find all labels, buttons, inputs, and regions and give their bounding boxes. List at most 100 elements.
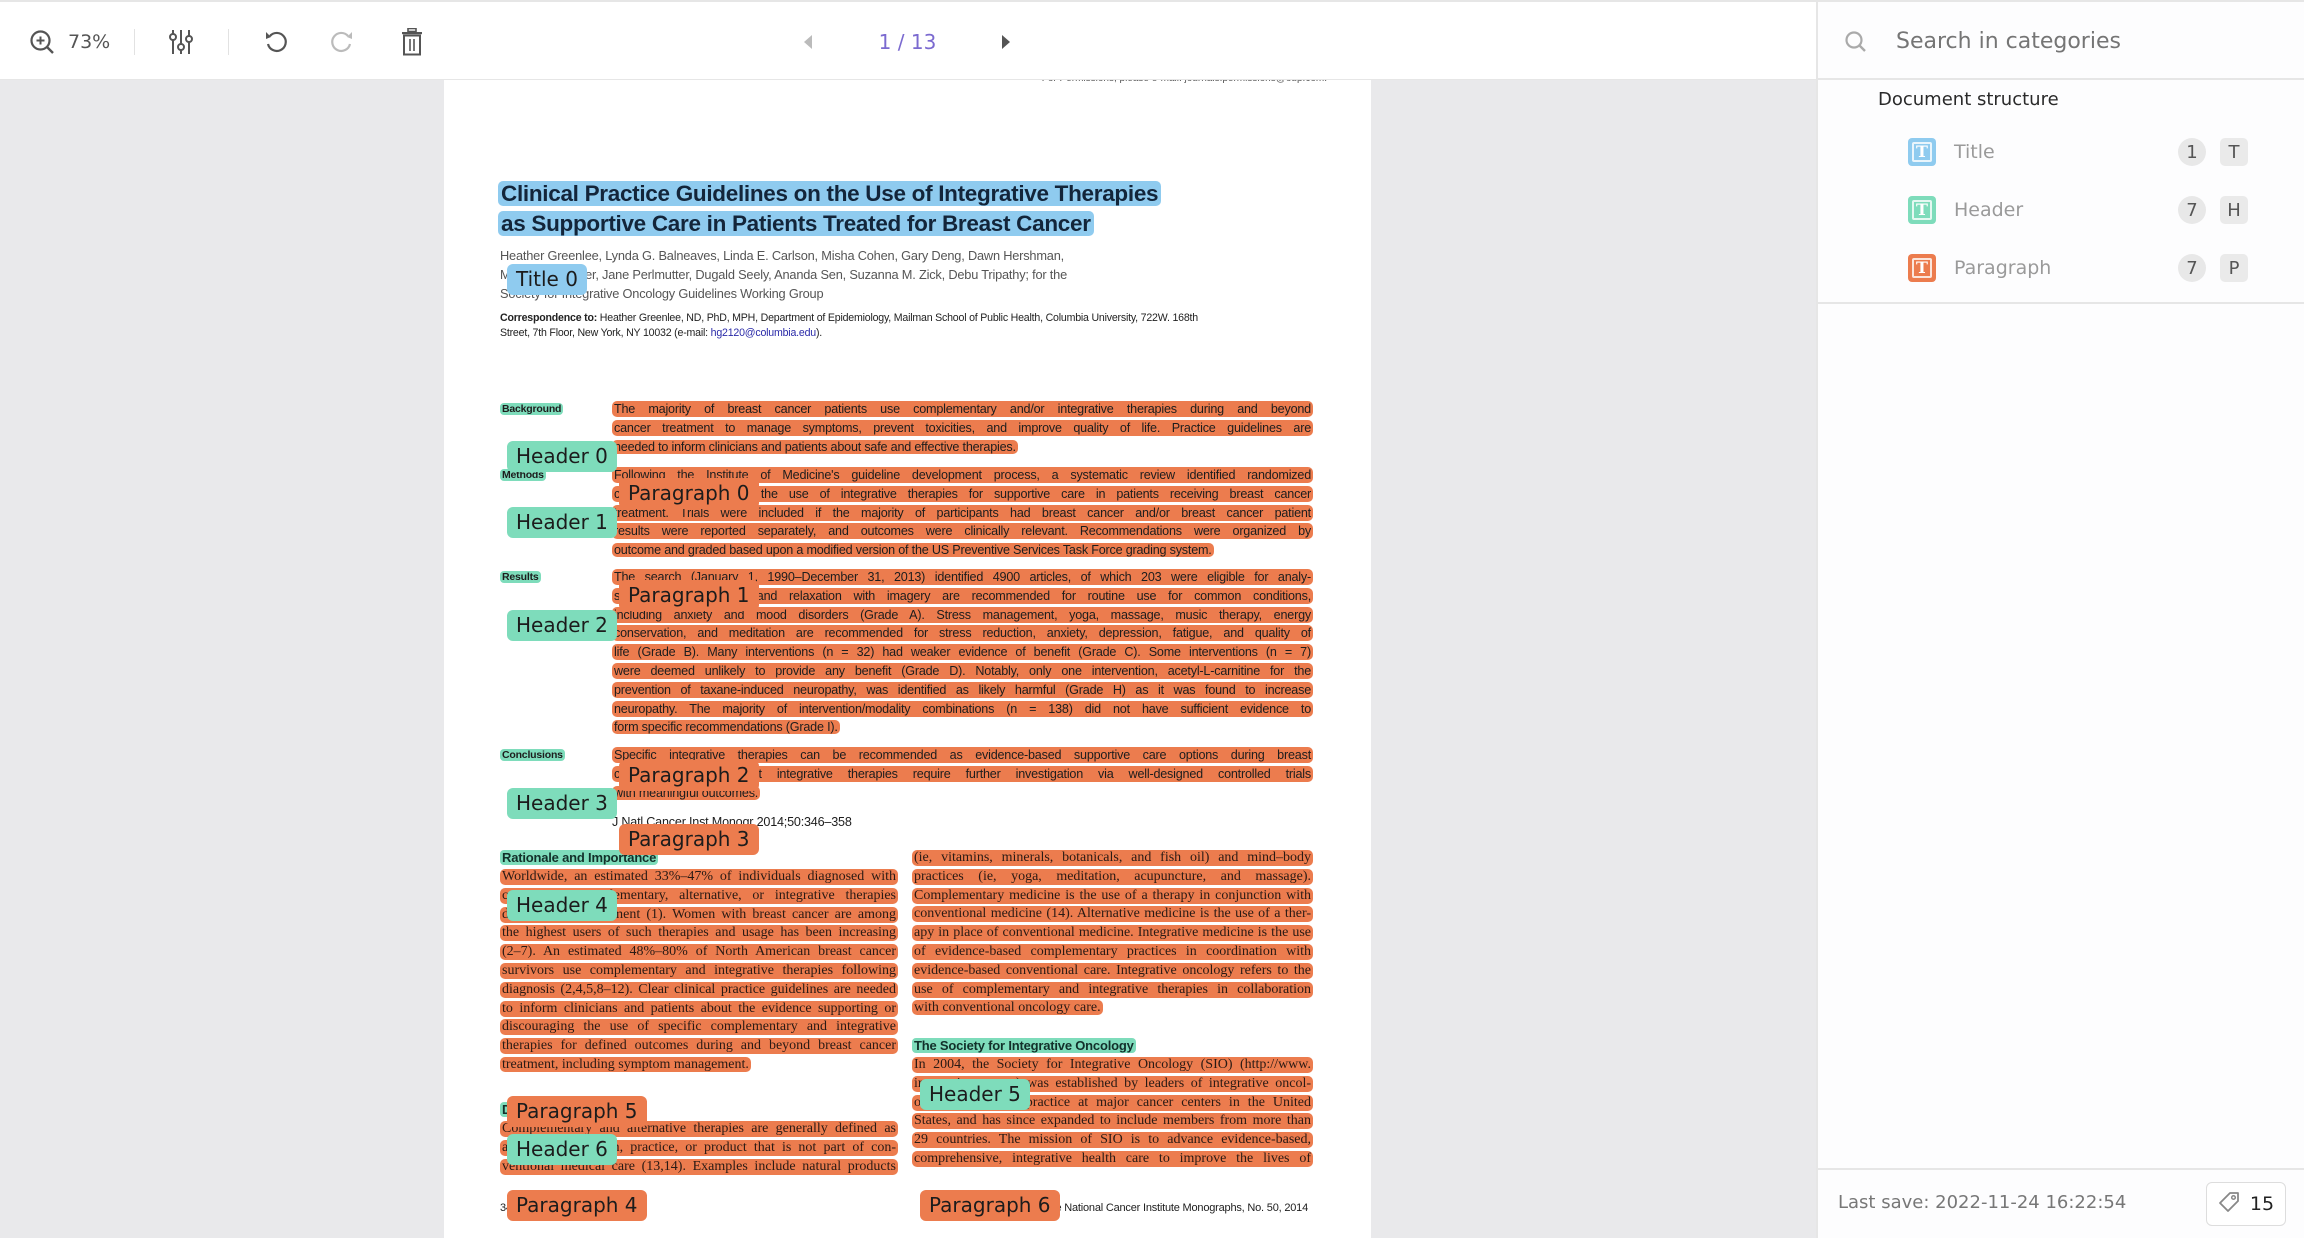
body-line: Worldwide, an estimated 33%–47% of indiv…	[500, 869, 898, 886]
abstract-line: results were reported separately, and ou…	[612, 523, 1313, 540]
category-label: Paragraph	[1954, 257, 2051, 279]
trash-icon[interactable]	[398, 27, 426, 57]
category-search-input[interactable]	[1896, 24, 2276, 58]
annotation-label-header[interactable]: Header 3	[507, 788, 617, 819]
abstract-heading: Background	[500, 401, 563, 418]
abstract-line-text: The majority of breast cancer patients u…	[612, 401, 1313, 417]
permissions-line: For Permissions, please e-mail: journals…	[1042, 80, 1327, 84]
body-line: of evidence-based complementary practice…	[912, 944, 1313, 961]
tags-button[interactable]: 15	[2206, 1182, 2286, 1226]
abstract-line-text: cancer treatment to manage symptoms, pre…	[612, 420, 1313, 436]
divider	[1818, 302, 2304, 304]
category-item-header[interactable]: THeader7H	[1908, 195, 2288, 225]
abstract-line: The majority of breast cancer patients u…	[612, 401, 1313, 418]
annotation-label-header[interactable]: Header 6	[507, 1134, 617, 1165]
body-line-text: to inform clinicians and patients about …	[500, 1001, 898, 1017]
zoom-in-icon[interactable]	[28, 28, 56, 56]
body-line-text: Worldwide, an estimated 33%–47% of indiv…	[500, 869, 898, 885]
body-line: comprehensive, integrative health care t…	[912, 1151, 1313, 1168]
correspondence-text: Heather Greenlee, ND, PhD, MPH, Departme…	[597, 312, 1198, 324]
abstract-line: form specific recommendations (Grade I).	[612, 719, 840, 736]
body-line: 29 countries. The mission of SIO is to a…	[912, 1132, 1313, 1149]
title-text: Clinical Practice Guidelines on the Use …	[498, 181, 1161, 206]
abstract-line-text: form specific recommendations (Grade I).	[612, 720, 840, 734]
body-line-text: (ie, vitamins, minerals, botanicals, and…	[912, 850, 1313, 866]
email-link[interactable]: hg2120@columbia.edu	[711, 327, 816, 339]
icon-letter: T	[1912, 200, 1932, 220]
abstract-line: conservation, and meditation are recomme…	[612, 625, 1313, 642]
body-line: evidence-based conventional care. Integr…	[912, 963, 1313, 980]
annotation-label-header[interactable]: Header 4	[507, 890, 617, 921]
annotation-label-header[interactable]: Header 5	[920, 1079, 1030, 1110]
annotation-label-header[interactable]: Header 1	[507, 507, 617, 538]
annotation-label-paragraph[interactable]: Paragraph 6	[920, 1190, 1060, 1221]
body-line: (2–7). An estimated 48%–80% of North Ame…	[500, 944, 898, 961]
body-line: use of complementary and integrative the…	[912, 982, 1313, 999]
abstract-line-text: prevention of taxane-induced neuropathy,…	[612, 682, 1313, 698]
undo-icon[interactable]	[262, 28, 290, 56]
abstract-line: prevention of taxane-induced neuropathy,…	[612, 682, 1313, 699]
abstract-line-text: conservation, and meditation are recomme…	[612, 625, 1313, 641]
body-line: (ie, vitamins, minerals, botanicals, and…	[912, 850, 1313, 867]
abstract-line: life (Grade B). Many interventions (n = …	[612, 644, 1313, 661]
body-line-text: (2–7). An estimated 48%–80% of North Ame…	[500, 944, 898, 960]
annotation-label-paragraph[interactable]: Paragraph 2	[619, 760, 759, 791]
search-icon	[1844, 30, 1868, 59]
next-page-icon[interactable]	[998, 32, 1014, 52]
annotation-label-paragraph[interactable]: Paragraph 3	[619, 824, 759, 855]
zoom-level[interactable]: 73%	[68, 30, 110, 54]
annotation-label-title[interactable]: Title 0	[507, 264, 587, 295]
correspondence-line: Street, 7th Floor, New York, NY 10032 (e…	[500, 327, 822, 339]
toolbar: 73% 1 / 13	[0, 0, 1816, 80]
body-line-text: the highest users of such therapies and …	[500, 925, 898, 941]
previous-page-icon[interactable]	[800, 32, 816, 52]
category-item-paragraph[interactable]: TParagraph7P	[1908, 253, 2288, 283]
body-line-text: treatment, including symptom management.	[500, 1057, 751, 1072]
annotation-label-header[interactable]: Header 0	[507, 441, 617, 472]
icon-letter: T	[1912, 142, 1932, 162]
body-line-text: Complementary medicine is the use of a t…	[912, 888, 1313, 904]
last-save-status: Last save: 2022-11-24 16:22:54	[1838, 1192, 2126, 1213]
body-line: In 2004, the Society for Integrative Onc…	[912, 1057, 1313, 1074]
section-heading-text: The Society for Integrative Oncology	[912, 1038, 1136, 1053]
annotation-label-paragraph[interactable]: Paragraph 0	[619, 478, 759, 509]
body-line: practices (ie, yoga, meditation, acupunc…	[912, 869, 1313, 886]
annotation-label-header[interactable]: Header 2	[507, 610, 617, 641]
body-line-text: survivors use complementary and integrat…	[500, 963, 898, 979]
annotation-label-paragraph[interactable]: Paragraph 5	[507, 1096, 647, 1127]
abstract-line: needed to inform clinicians and patients…	[612, 439, 1018, 456]
redo-icon[interactable]	[328, 28, 356, 56]
category-item-title[interactable]: TTitle1T	[1908, 137, 2288, 167]
annotation-label-paragraph[interactable]: Paragraph 1	[619, 580, 759, 611]
category-search[interactable]	[1818, 0, 2304, 80]
section-title: Document structure	[1878, 89, 2059, 110]
divider	[1818, 1168, 2304, 1170]
abstract-line: neuropathy. The majority of intervention…	[612, 701, 1313, 718]
abstract-line: outcome and graded based upon a modified…	[612, 542, 1214, 559]
category-count-badge: 7	[2178, 254, 2206, 282]
document-viewer: For Permissions, please e-mail: journals…	[0, 80, 1816, 1238]
body-line: treatment, including symptom management.	[500, 1057, 751, 1074]
abstract-line-text: needed to inform clinicians and patients…	[612, 440, 1018, 454]
body-line-text: 29 countries. The mission of SIO is to a…	[912, 1132, 1313, 1148]
body-line: therapies for defined outcomes during an…	[500, 1038, 898, 1055]
abstract-heading: Conclusions	[500, 747, 565, 764]
body-line: with conventional oncology care.	[912, 1000, 1103, 1017]
abstract-line: were deemed unlikely to provide any bene…	[612, 663, 1313, 680]
body-line: to inform clinicians and patients about …	[500, 1001, 898, 1018]
body-line-text: States, and has since expanded to includ…	[912, 1113, 1313, 1129]
body-line: survivors use complementary and integrat…	[500, 963, 898, 980]
body-line: diagnosis (2,4,5,8–12). Clear clinical p…	[500, 982, 898, 999]
title-line: Clinical Practice Guidelines on the Use …	[498, 180, 1161, 208]
category-count-badge: 1	[2178, 138, 2206, 166]
body-line: conventional medicine (14). Alternative …	[912, 906, 1313, 923]
abstract-heading-text: Results	[500, 571, 541, 583]
authors-line: Heather Greenlee, Lynda G. Balneaves, Li…	[500, 248, 1064, 263]
text-type-icon: T	[1908, 254, 1936, 282]
annotation-label-paragraph[interactable]: Paragraph 4	[507, 1190, 647, 1221]
body-line: Complementary medicine is the use of a t…	[912, 888, 1313, 905]
adjustments-icon[interactable]	[167, 28, 195, 56]
body-line-text: comprehensive, integrative health care t…	[912, 1151, 1313, 1167]
category-label: Header	[1954, 199, 2023, 221]
abstract-line: cancer treatment to manage symptoms, pre…	[612, 420, 1313, 437]
